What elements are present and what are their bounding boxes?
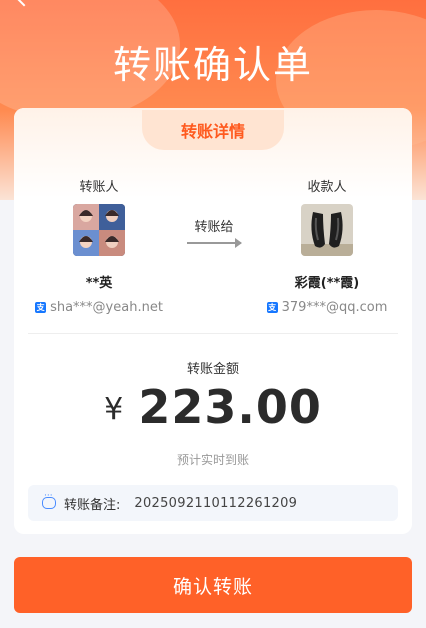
confirm-transfer-button[interactable]: 确认转账 bbox=[14, 557, 412, 613]
tab-transfer-details: 转账详情 bbox=[142, 110, 284, 150]
sender-avatar[interactable] bbox=[73, 204, 125, 256]
amount-value: 223.00 bbox=[138, 380, 322, 434]
sender-account-text: sha***@yeah.net bbox=[50, 300, 163, 315]
page-title: 转账确认单 bbox=[112, 43, 313, 87]
alipay-icon: 支 bbox=[266, 302, 278, 313]
currency-symbol: ¥ bbox=[104, 392, 124, 427]
transfer-to-label: 转账给 bbox=[194, 220, 234, 235]
divider bbox=[28, 333, 398, 334]
arrow-right-icon bbox=[187, 238, 242, 248]
sender-block: 转账人 **英 支 sha***@yeah.net bbox=[34, 176, 164, 315]
sender-name: **英 bbox=[85, 276, 113, 291]
memo-label: 转账备注: bbox=[64, 497, 121, 513]
transfer-arrow: 转账给 bbox=[184, 216, 244, 248]
transfer-card: 转账详情 转账人 **英 支 sha***@yeah.net 转账给 收款人 彩… bbox=[14, 108, 412, 534]
receiver-block: 收款人 彩霞(**霞) 支 379***@qq.com bbox=[262, 176, 392, 315]
receiver-account-text: 379***@qq.com bbox=[281, 300, 388, 315]
memo-row: 转账备注: 2025092110112261209 bbox=[28, 485, 398, 521]
receiver-account: 支 379***@qq.com bbox=[262, 300, 392, 315]
amount-label: 转账金额 bbox=[186, 362, 239, 377]
alipay-icon: 支 bbox=[35, 302, 47, 313]
receiver-avatar[interactable] bbox=[301, 204, 353, 256]
sender-account: 支 sha***@yeah.net bbox=[34, 300, 164, 315]
receiver-label: 收款人 bbox=[307, 180, 347, 195]
amount-display: ¥ 223.00 bbox=[14, 380, 412, 434]
sender-label: 转账人 bbox=[79, 180, 119, 195]
arrival-note: 预计实时到账 bbox=[176, 453, 249, 467]
receiver-name: 彩霞(**霞) bbox=[294, 276, 360, 291]
memo-value: 2025092110112261209 bbox=[134, 495, 298, 511]
chat-icon bbox=[42, 491, 56, 509]
